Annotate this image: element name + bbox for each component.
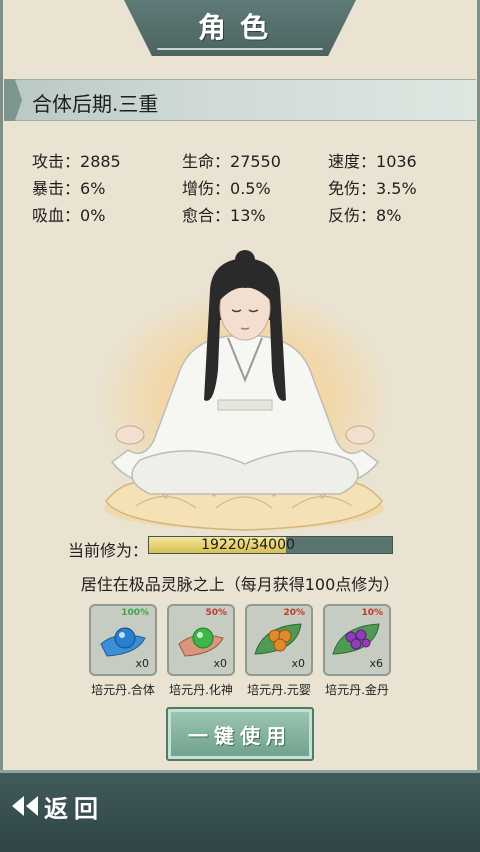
- blue-pill-icon: [100, 627, 146, 657]
- item-count: x6: [369, 657, 383, 670]
- item-count: x0: [213, 657, 227, 670]
- item-rate: 20%: [283, 608, 305, 618]
- stat-hp: 生命：27550: [182, 152, 281, 171]
- item-rate: 100%: [121, 608, 149, 618]
- back-button[interactable]: 返回: [10, 786, 104, 826]
- green-pill-icon: [178, 627, 224, 657]
- stats-grid: 攻击：2885 生命：27550 速度：1036 暴击：6% 增伤：0.5% 免…: [32, 148, 452, 225]
- item-slot-peiyuan-huashen[interactable]: 50% x0: [167, 604, 235, 676]
- residence-info: 居住在极品灵脉之上（每月获得100点修为）: [80, 575, 400, 594]
- cultivation-progress-text: 19220/34000: [201, 537, 295, 553]
- orange-pills-icon: [254, 623, 302, 655]
- item-rate: 50%: [205, 608, 227, 618]
- page-title: 角色: [197, 11, 282, 44]
- cultivation-progress-bar: 19220/34000: [148, 536, 393, 554]
- item-slot-peiyuan-yuanying[interactable]: 20% x0: [245, 604, 313, 676]
- item-name: 培元丹.化神: [169, 683, 233, 697]
- stat-speed: 速度：1036: [328, 152, 417, 171]
- item-name: 培元丹.合体: [91, 683, 155, 697]
- stat-healing: 愈合：13%: [182, 206, 266, 225]
- stat-lifesteal: 吸血：0%: [32, 206, 106, 225]
- item-name: 培元丹.金丹: [325, 683, 389, 697]
- item-count: x0: [291, 657, 305, 670]
- character-portrait: [110, 250, 380, 495]
- stat-reflect: 反伤：8%: [328, 206, 402, 225]
- stat-crit: 暴击：6%: [32, 179, 106, 198]
- back-label: 返回: [44, 793, 104, 823]
- stat-damage-reduction: 免伤：3.5%: [328, 179, 417, 198]
- item-slot-peiyuan-jindan[interactable]: 10% x6: [323, 604, 391, 676]
- stat-attack: 攻击：2885: [32, 152, 121, 171]
- item-rate: 10%: [361, 608, 383, 618]
- use-all-button[interactable]: 一键使用: [166, 707, 314, 761]
- item-slot-peiyuan-heti[interactable]: 100% x0: [89, 604, 157, 676]
- realm-text: 合体后期.三重: [32, 92, 159, 116]
- double-chevron-left-icon: [12, 796, 38, 816]
- stat-damage-bonus: 增伤：0.5%: [182, 179, 271, 198]
- item-count: x0: [135, 657, 149, 670]
- purple-pills-icon: [332, 623, 380, 655]
- cultivation-label: 当前修为：: [68, 541, 149, 560]
- item-name: 培元丹.元婴: [247, 683, 311, 697]
